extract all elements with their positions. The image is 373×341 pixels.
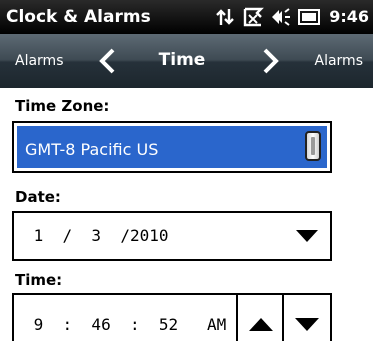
status-bar: Clock & Alarms 9:46 bbox=[0, 0, 373, 34]
battery-icon bbox=[298, 9, 321, 25]
date-label: Date: bbox=[15, 188, 61, 206]
time-zone-selected-highlight: GMT-8 Pacific US bbox=[17, 126, 327, 168]
status-clock: 9:46 bbox=[329, 7, 369, 26]
chevron-right-icon[interactable] bbox=[262, 48, 280, 74]
date-picker[interactable]: 1 / 3 /2010 bbox=[12, 211, 332, 261]
speaker-icon bbox=[272, 8, 291, 26]
time-zone-select[interactable]: GMT-8 Pacific US bbox=[12, 121, 332, 173]
time-picker[interactable]: 9 : 46 : 52 AM bbox=[12, 293, 332, 341]
clock-alarms-screen: Clock & Alarms 9:46 Alarms Time Alarms T… bbox=[0, 0, 373, 341]
scroll-spinner-icon[interactable] bbox=[305, 131, 321, 161]
nav-bar: Alarms Time Alarms bbox=[0, 34, 373, 88]
data-connection-icon bbox=[216, 9, 235, 25]
triangle-up-icon bbox=[249, 318, 273, 331]
time-label: Time: bbox=[15, 271, 63, 289]
no-signal-icon bbox=[244, 7, 265, 27]
time-zone-value: GMT-8 Pacific US bbox=[25, 140, 159, 159]
time-increment-button[interactable] bbox=[236, 295, 282, 341]
time-value[interactable]: 9 : 46 : 52 AM bbox=[24, 315, 227, 335]
triangle-down-icon bbox=[295, 318, 319, 331]
dropdown-arrow-icon[interactable] bbox=[296, 230, 318, 242]
time-zone-label: Time Zone: bbox=[15, 97, 110, 115]
nav-title: Time bbox=[158, 50, 206, 70]
date-value[interactable]: 1 / 3 /2010 bbox=[24, 226, 169, 246]
chevron-left-icon[interactable] bbox=[98, 48, 116, 74]
status-icons: 9:46 bbox=[215, 4, 369, 30]
nav-next-label[interactable]: Alarms bbox=[315, 52, 364, 70]
time-decrement-button[interactable] bbox=[282, 295, 328, 341]
app-title: Clock & Alarms bbox=[6, 7, 151, 27]
nav-prev-label[interactable]: Alarms bbox=[15, 52, 64, 70]
